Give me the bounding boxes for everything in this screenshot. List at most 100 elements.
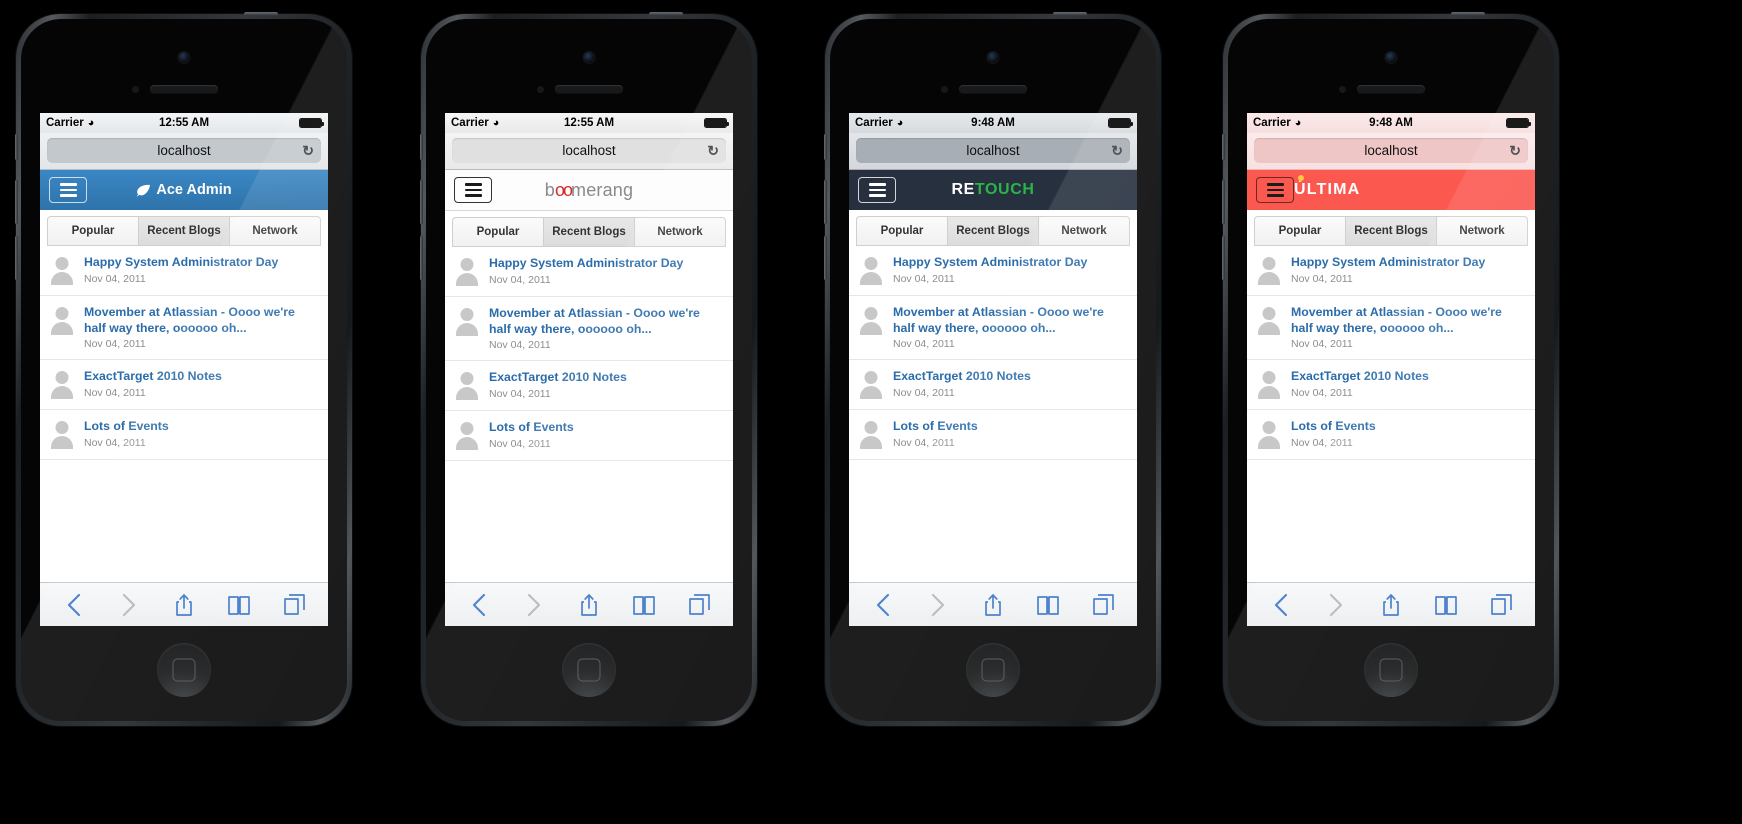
list-item[interactable]: Movember at Atlassian - Oooo we're half … [40, 296, 328, 361]
list-item[interactable]: Movember at Atlassian - Oooo we're half … [445, 297, 733, 362]
reload-icon[interactable]: ↻ [707, 142, 719, 159]
list-item-title: Lots of Events [893, 419, 978, 434]
back-icon[interactable] [59, 592, 89, 618]
mute-switch[interactable] [1222, 134, 1225, 160]
list-item[interactable]: Lots of Events Nov 04, 2011 [40, 410, 328, 461]
phone-mockup-ace: Carrier ◕ 12:55 AM localhost ↻ Ace Admin [15, 12, 352, 726]
brand-label: boomerang [544, 179, 634, 200]
list-item[interactable]: Movember at Atlassian - Oooo we're half … [1247, 296, 1535, 361]
bookmarks-icon[interactable] [224, 592, 254, 618]
share-icon[interactable] [574, 592, 604, 618]
carrier-label: Carrier [46, 117, 84, 129]
hamburger-icon[interactable] [454, 177, 492, 203]
volume-down-button[interactable] [15, 236, 18, 280]
url-input[interactable]: localhost ↻ [1254, 138, 1528, 163]
list-item-date: Nov 04, 2011 [893, 272, 955, 285]
list-item[interactable]: Lots of Events Nov 04, 2011 [445, 411, 733, 462]
tab-popular[interactable]: Popular [47, 216, 139, 245]
avatar-icon [49, 256, 75, 286]
list-item-date: Nov 04, 2011 [489, 273, 551, 286]
tabs-icon[interactable] [684, 592, 714, 618]
wifi-icon: ◕ [896, 116, 904, 129]
list-item[interactable]: Lots of Events Nov 04, 2011 [849, 410, 1137, 461]
avatar-icon [49, 306, 75, 336]
tab-popular[interactable]: Popular [1254, 216, 1346, 245]
avatar-icon [858, 420, 884, 450]
volume-down-button[interactable] [824, 236, 827, 280]
hamburger-icon[interactable] [858, 177, 896, 203]
volume-up-button[interactable] [420, 180, 423, 224]
share-icon[interactable] [1376, 592, 1406, 618]
mute-switch[interactable] [824, 134, 827, 160]
list-item[interactable]: ExactTarget 2010 Notes Nov 04, 2011 [445, 361, 733, 412]
home-button[interactable] [562, 643, 616, 697]
tab-network[interactable]: Network [230, 216, 321, 245]
power-button[interactable] [1451, 12, 1485, 16]
hamburger-icon[interactable] [49, 177, 87, 203]
tab-popular[interactable]: Popular [452, 217, 544, 246]
tabs-icon[interactable] [279, 592, 309, 618]
bookmarks-icon[interactable] [629, 592, 659, 618]
tab-recent-blogs[interactable]: Recent Blogs [544, 217, 635, 246]
power-button[interactable] [1053, 12, 1087, 16]
tabs-icon[interactable] [1486, 592, 1516, 618]
list-item[interactable]: Happy System Administrator Day Nov 04, 2… [445, 247, 733, 297]
list-item[interactable]: Happy System Administrator Day Nov 04, 2… [1247, 246, 1535, 296]
tab-recent-blogs[interactable]: Recent Blogs [1346, 216, 1437, 245]
list-item[interactable]: ExactTarget 2010 Notes Nov 04, 2011 [849, 360, 1137, 411]
reload-icon[interactable]: ↻ [1111, 142, 1123, 159]
list-item-title: Movember at Atlassian - Oooo we're half … [489, 306, 700, 336]
tab-network[interactable]: Network [1039, 216, 1130, 245]
forward-icon [1321, 592, 1351, 618]
url-input[interactable]: localhost ↻ [47, 138, 321, 163]
accent-dot-icon [1298, 175, 1304, 181]
home-button[interactable] [1364, 643, 1418, 697]
mute-switch[interactable] [15, 134, 18, 160]
list-item-title: Movember at Atlassian - Oooo we're half … [893, 305, 1104, 335]
avatar-icon [454, 421, 480, 451]
home-button[interactable] [966, 643, 1020, 697]
bookmarks-icon[interactable] [1033, 592, 1063, 618]
tab-network[interactable]: Network [1437, 216, 1528, 245]
list-item-title: Lots of Events [1291, 419, 1376, 434]
home-button[interactable] [157, 643, 211, 697]
volume-down-button[interactable] [420, 236, 423, 280]
hamburger-icon[interactable] [1256, 177, 1294, 203]
list-item[interactable]: Happy System Administrator Day Nov 04, 2… [40, 246, 328, 296]
tab-network[interactable]: Network [635, 217, 726, 246]
url-input[interactable]: localhost ↻ [856, 138, 1130, 163]
share-icon[interactable] [169, 592, 199, 618]
share-icon[interactable] [978, 592, 1008, 618]
front-camera-icon [178, 52, 190, 63]
url-input[interactable]: localhost ↻ [452, 138, 726, 163]
volume-down-button[interactable] [1222, 236, 1225, 280]
bookmarks-icon[interactable] [1431, 592, 1461, 618]
battery-icon [299, 118, 325, 128]
tab-recent-blogs[interactable]: Recent Blogs [948, 216, 1039, 245]
back-icon[interactable] [868, 592, 898, 618]
tab-popular[interactable]: Popular [856, 216, 948, 245]
tabs-icon[interactable] [1088, 592, 1118, 618]
volume-up-button[interactable] [15, 180, 18, 224]
back-icon[interactable] [1266, 592, 1296, 618]
list-item-title: ExactTarget 2010 Notes [893, 369, 1031, 384]
clock-label: 9:48 AM [1369, 117, 1413, 129]
list-item[interactable]: ExactTarget 2010 Notes Nov 04, 2011 [1247, 360, 1535, 411]
power-button[interactable] [649, 12, 683, 16]
back-icon[interactable] [464, 592, 494, 618]
reload-icon[interactable]: ↻ [1509, 142, 1521, 159]
list-item[interactable]: Happy System Administrator Day Nov 04, 2… [849, 246, 1137, 296]
mute-switch[interactable] [420, 134, 423, 160]
reload-icon[interactable]: ↻ [302, 142, 314, 159]
list-item[interactable]: Lots of Events Nov 04, 2011 [1247, 410, 1535, 461]
list-item[interactable]: ExactTarget 2010 Notes Nov 04, 2011 [40, 360, 328, 411]
volume-up-button[interactable] [1222, 180, 1225, 224]
proximity-sensor-icon [537, 86, 544, 93]
tab-recent-blogs[interactable]: Recent Blogs [139, 216, 230, 245]
phone-mockup-ult: Carrier ◕ 9:48 AM localhost ↻ ÚLTIMA Pop… [1222, 12, 1559, 726]
power-button[interactable] [244, 12, 278, 16]
list-item-title: Movember at Atlassian - Oooo we're half … [84, 305, 295, 335]
ios-status-bar: Carrier ◕ 9:48 AM [1247, 113, 1535, 133]
volume-up-button[interactable] [824, 180, 827, 224]
list-item[interactable]: Movember at Atlassian - Oooo we're half … [849, 296, 1137, 361]
